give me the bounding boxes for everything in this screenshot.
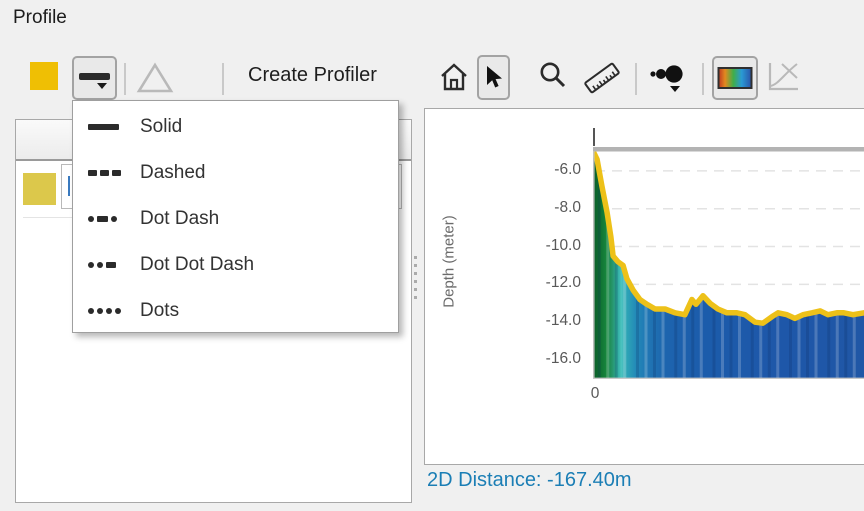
cursor-arrow-icon — [483, 65, 505, 91]
layer-color-swatch[interactable] — [23, 173, 56, 205]
y-axis-tick-label: -16.0 — [521, 350, 581, 368]
y-axis-label: Depth (meter) — [441, 162, 458, 362]
home-extent-button[interactable] — [438, 61, 470, 93]
panel-splitter-handle[interactable] — [414, 256, 417, 299]
x-axis-tick-label: 0 — [585, 385, 605, 403]
line-style-menu: Solid Dashed Dot Dash Dot Dot Dash Dots — [72, 100, 399, 333]
toolbar-separator — [222, 63, 224, 95]
dots-line-icon — [88, 308, 128, 314]
menu-item-solid[interactable]: Solid — [73, 104, 398, 150]
dotdash-line-icon — [88, 216, 128, 222]
triangle-marker-button[interactable] — [134, 60, 176, 96]
profile-window: Profile Create Profiler — [0, 0, 864, 511]
distance-status-text: 2D Distance: -167.40m — [427, 469, 632, 492]
zoom-tool-button[interactable] — [538, 60, 568, 90]
ruler-icon — [580, 56, 624, 100]
solid-line-icon — [79, 73, 110, 80]
menu-item-dots[interactable]: Dots — [73, 288, 398, 334]
menu-item-label: Dot Dot Dash — [140, 254, 254, 276]
create-profiler-button[interactable]: Create Profiler — [248, 64, 377, 87]
search-icon — [538, 60, 568, 90]
dashed-line-icon — [88, 170, 128, 176]
triangle-icon — [134, 60, 176, 96]
y-axis-tick-label: -14.0 — [521, 312, 581, 330]
line-color-swatch-button[interactable] — [30, 62, 58, 90]
chevron-down-icon — [97, 83, 107, 89]
menu-item-dotdash[interactable]: Dot Dash — [73, 196, 398, 242]
menu-item-label: Dots — [140, 300, 179, 322]
color-ramp-button[interactable] — [712, 56, 758, 100]
page-title: Profile — [13, 7, 67, 29]
menu-item-label: Solid — [140, 116, 182, 138]
menu-item-label: Dot Dash — [140, 208, 219, 230]
toolbar-separator — [702, 63, 704, 95]
menu-item-dashed[interactable]: Dashed — [73, 150, 398, 196]
measure-tool-button[interactable] — [580, 56, 624, 100]
toolbar-separator — [635, 63, 637, 95]
chart-cursor-tick — [593, 128, 595, 146]
chart-view-button-disabled[interactable] — [764, 58, 802, 96]
y-axis-tick-label: -10.0 — [521, 237, 581, 255]
chevron-down-icon — [670, 86, 680, 92]
toolbar-separator — [124, 63, 126, 95]
point-sizes-icon — [648, 60, 688, 96]
color-ramp-icon — [717, 66, 753, 90]
menu-item-dotdotdash[interactable]: Dot Dot Dash — [73, 242, 398, 288]
select-tool-button[interactable] — [477, 55, 510, 100]
dotdotdash-line-icon — [88, 262, 128, 268]
solid-line-icon — [88, 124, 128, 130]
profile-chart-panel: Depth (meter) -6.0 -8.0 -10.0 -12.0 -14.0 -16… — [424, 108, 864, 465]
y-axis-tick-label: -8.0 — [521, 199, 581, 217]
depth-profile-plot[interactable] — [593, 147, 864, 379]
y-axis-tick-label: -6.0 — [521, 161, 581, 179]
line-style-dropdown-button[interactable] — [72, 56, 117, 100]
point-size-dropdown-button[interactable] — [648, 60, 688, 96]
menu-item-label: Dashed — [140, 162, 206, 184]
y-axis-tick-label: -12.0 — [521, 274, 581, 292]
home-icon — [438, 61, 470, 93]
line-chart-icon — [764, 58, 802, 96]
